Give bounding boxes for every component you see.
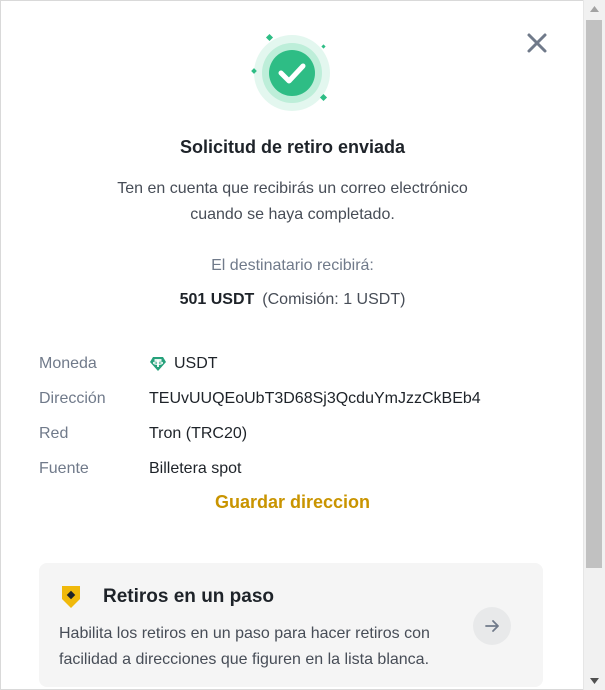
detail-row-currency: Moneda USDT <box>39 355 559 379</box>
close-button[interactable] <box>523 29 551 57</box>
address-value: TEUvUUQEoUbT3D68Sj3QcduYmJzzCkBEb4 <box>149 390 481 407</box>
detail-label: Moneda <box>39 355 97 372</box>
detail-label: Fuente <box>39 460 89 477</box>
save-address-link[interactable]: Guardar direccion <box>1 492 583 513</box>
dialog-subtitle: Ten en cuenta que recibirás un correo el… <box>1 176 583 228</box>
arrow-right-icon <box>485 620 499 632</box>
detail-row-source: Fuente Billetera spot <box>39 460 559 484</box>
check-circle-icon <box>251 33 330 111</box>
subtitle-line-1: Ten en cuenta que recibirás un correo el… <box>117 180 468 197</box>
source-value: Billetera spot <box>149 460 242 477</box>
scrollbar-thumb[interactable] <box>586 20 602 568</box>
currency-value: USDT <box>174 355 218 372</box>
detail-label: Red <box>39 425 69 442</box>
detail-value: USDT <box>149 355 218 373</box>
receive-fee: (Comisión: 1 USDT) <box>262 291 406 308</box>
promo-arrow-button[interactable] <box>473 607 511 645</box>
close-icon <box>527 33 547 53</box>
scroll-up-arrow-icon[interactable] <box>584 0 605 18</box>
detail-row-address: Dirección TEUvUUQEoUbT3D68Sj3QcduYmJzzCk… <box>39 390 559 414</box>
recipient-receives-label: El destinatario recibirá: <box>211 257 374 274</box>
promo-description: Habilita los retiros en un paso para hac… <box>59 625 430 668</box>
receive-amount: 501 USDT <box>179 291 255 308</box>
shield-icon <box>62 586 80 608</box>
subtitle-line-2: cuando se haya completado. <box>190 206 395 223</box>
scrollbar[interactable] <box>583 0 605 690</box>
network-value: Tron (TRC20) <box>149 425 248 442</box>
detail-label: Dirección <box>39 390 106 407</box>
dialog-title: Solicitud de retiro enviada <box>179 137 406 157</box>
promo-title: Retiros en un paso <box>103 586 275 607</box>
one-step-withdrawal-card[interactable]: Retiros en un paso Habilita los retiros … <box>39 563 543 687</box>
tether-icon <box>150 357 166 371</box>
withdrawal-success-dialog: Solicitud de retiro enviada Ten en cuent… <box>0 0 583 690</box>
recipient-amount: 501 USDT (Comisión: 1 USDT) <box>1 291 583 309</box>
success-badge <box>246 31 336 111</box>
detail-row-network: Red Tron (TRC20) <box>39 425 559 449</box>
scroll-down-arrow-icon[interactable] <box>584 672 605 690</box>
